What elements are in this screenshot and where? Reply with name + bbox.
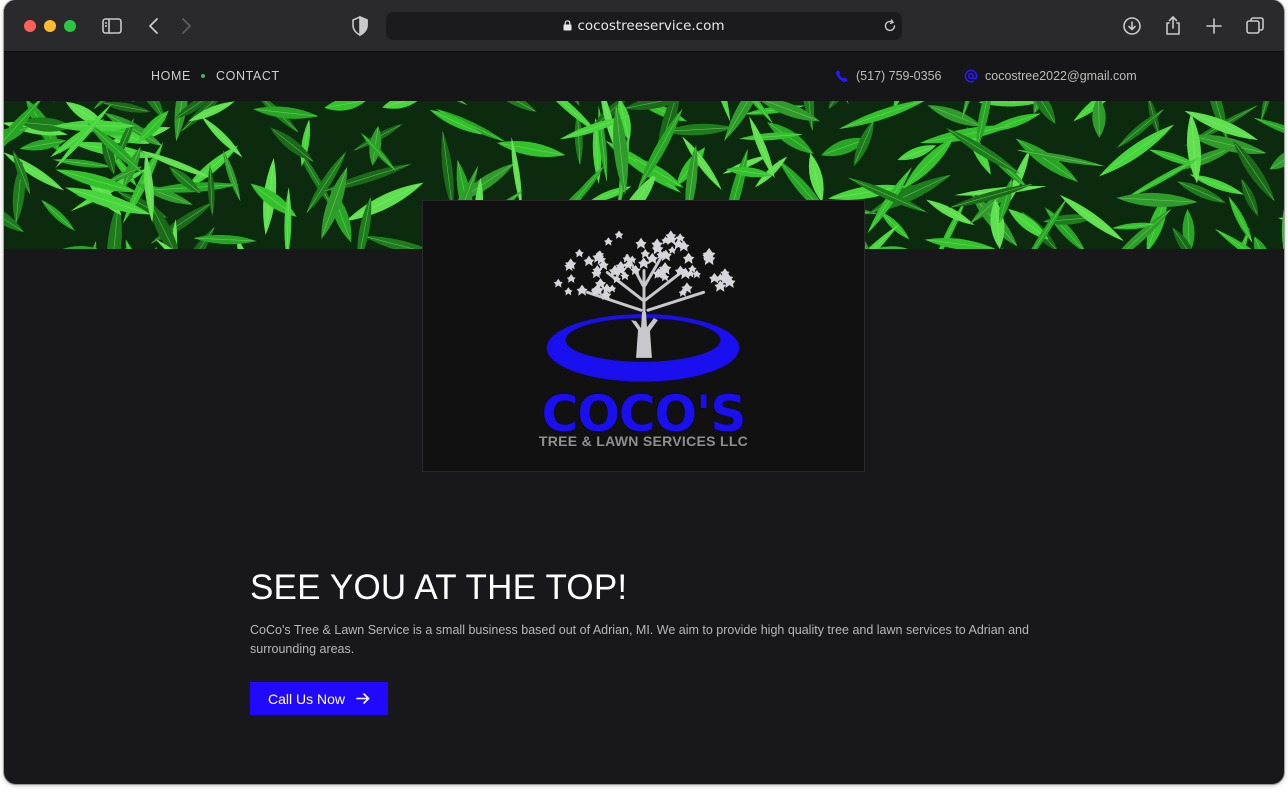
lock-icon [563,19,572,31]
close-window-button[interactable] [24,20,36,32]
maple-leaf-shape [638,257,650,269]
call-us-now-button[interactable]: Call Us Now [250,682,388,715]
email-link[interactable]: cocostree2022@gmail.com [985,69,1137,83]
url-display[interactable]: cocostreeservice.com [386,18,902,34]
maple-leaf-shape [682,252,695,264]
address-bar[interactable]: cocostreeservice.com [386,12,902,40]
maple-leaf-shape [640,248,650,259]
browser-toolbar: cocostreeservice.com [4,0,1284,52]
logo-wordmark: COCO'S [541,385,747,443]
maple-leaf-shape [668,246,677,255]
company-logo: COCO'S TREE & LAWN SERVICES LLC [422,200,865,472]
browser-window: cocostreeservice.com HOME CONTACT (517) … [4,0,1284,784]
share-icon[interactable] [1161,14,1185,38]
nav-home-link[interactable]: HOME [151,69,191,83]
site-header: HOME CONTACT (517) 759-0356 cocostree202… [4,52,1284,101]
maple-leaf-shape [635,237,647,249]
logo-tagline: TREE & LAWN SERVICES LLC [538,433,749,449]
maple-leaf-shape [576,284,588,296]
hero-description: CoCo's Tree & Lawn Service is a small bu… [250,623,1029,656]
phone-icon [835,69,849,83]
tabs-overview-icon[interactable] [1243,14,1267,38]
sidebar-icon[interactable] [100,14,124,38]
nav-separator-dot [201,74,205,78]
at-sign-icon [964,69,978,83]
minimize-window-button[interactable] [44,20,56,32]
maple-leaf-shape [604,237,613,246]
phone-number-link[interactable]: (517) 759-0356 [856,69,941,83]
maple-leaf-shape [553,278,563,288]
maple-leaf-shape [575,248,584,258]
maple-leaf-shape [614,230,624,239]
call-us-now-label: Call Us Now [268,690,346,707]
arrow-right-icon [356,692,370,705]
reload-icon[interactable] [882,18,898,34]
new-tab-icon[interactable] [1202,14,1226,38]
hero-headline: SEE YOU AT THE TOP! [250,568,628,607]
forward-icon[interactable] [174,14,198,38]
download-icon[interactable] [1120,14,1144,38]
nav-contact-link[interactable]: CONTACT [216,69,280,83]
maple-leaf-shape [564,287,573,296]
zoom-window-button[interactable] [64,20,76,32]
shield-icon[interactable] [348,14,372,38]
maple-leaf-shape [583,255,595,267]
url-text: cocostreeservice.com [577,18,725,34]
maple-leaf-shape [566,274,576,283]
back-icon[interactable] [142,14,166,38]
